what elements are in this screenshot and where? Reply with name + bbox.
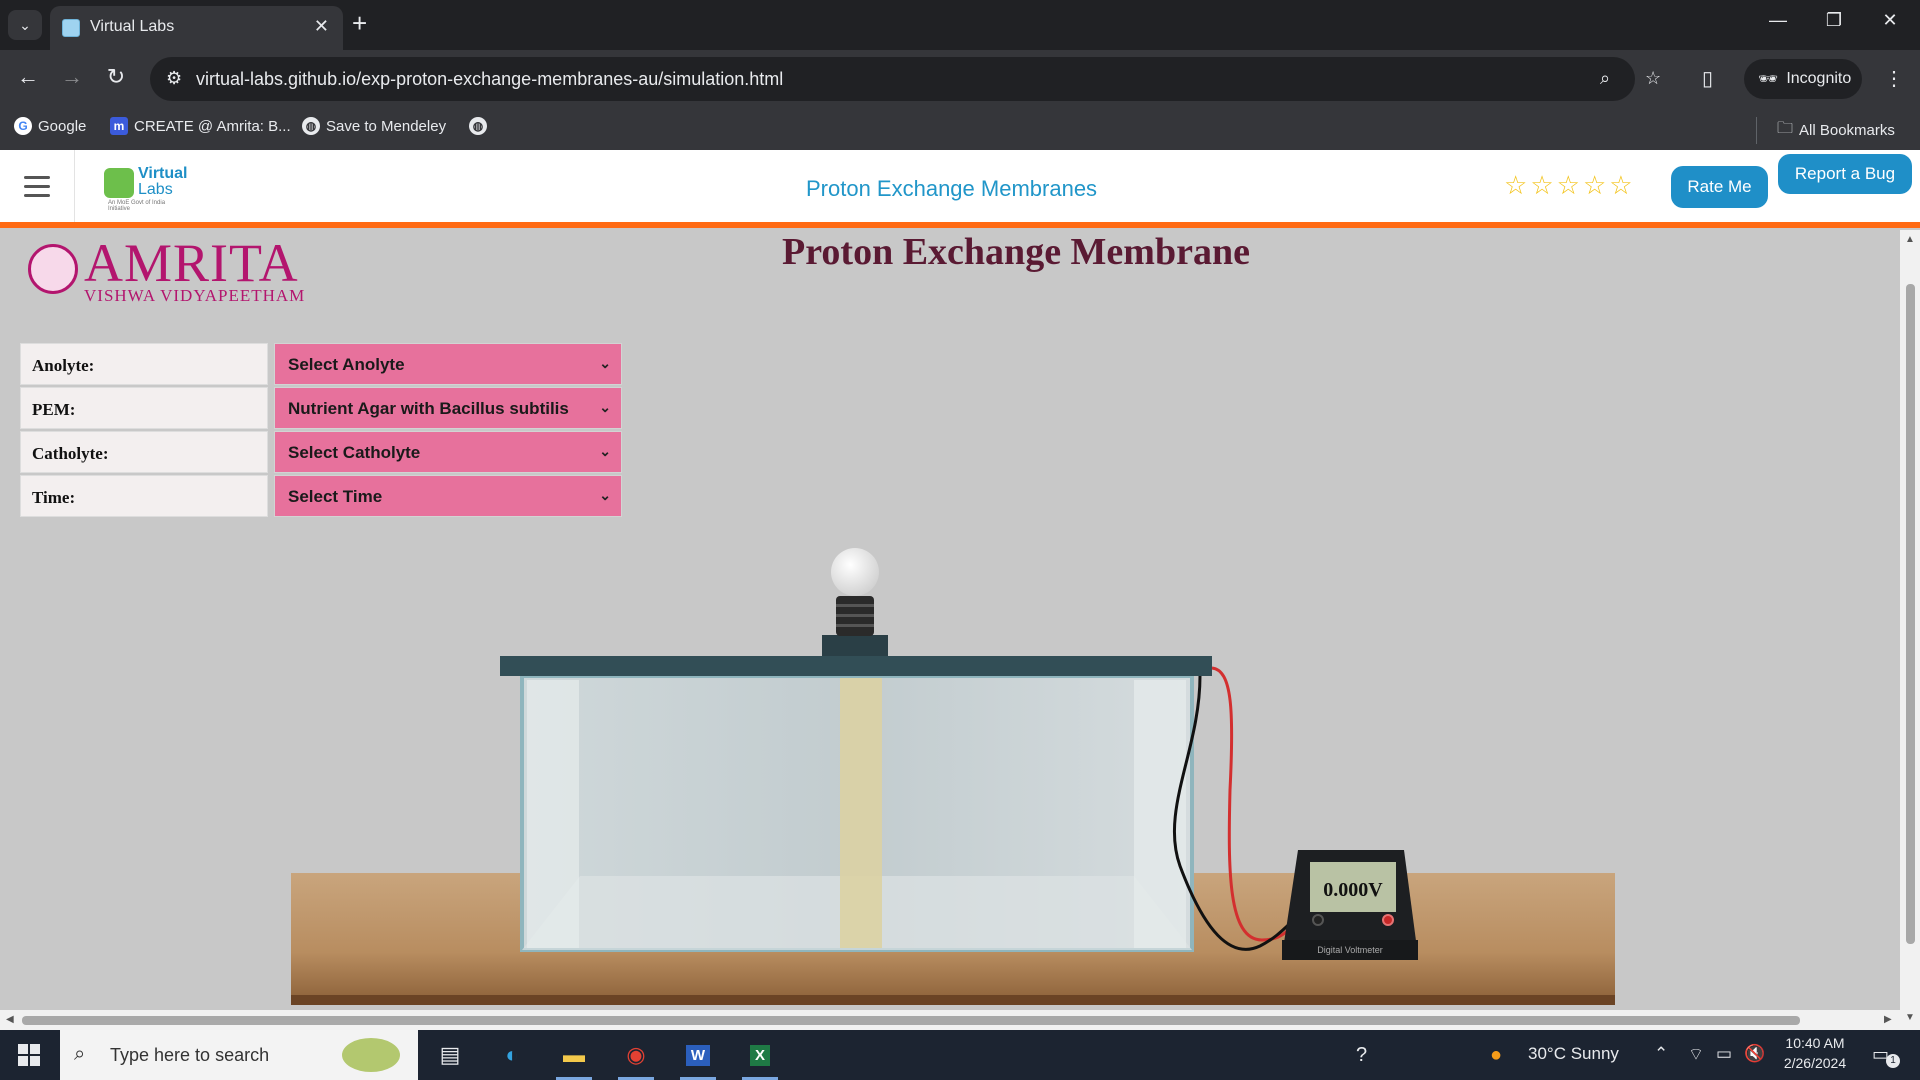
clock-time: 10:40 AM (1785, 1035, 1845, 1051)
create-amrita-icon: m (110, 117, 128, 135)
scroll-up-icon[interactable]: ▲ (1905, 234, 1915, 245)
chevron-up-icon[interactable]: ⌃ (1654, 1044, 1668, 1064)
edge-icon[interactable]: ◐ (490, 1036, 534, 1074)
browser-toolbar: ← → ↻ ⚙ virtual-labs.github.io/exp-proto… (0, 50, 1920, 108)
file-explorer-icon[interactable]: ▬ (552, 1036, 596, 1080)
folder-icon: 🗀 (1777, 120, 1794, 137)
chevron-down-icon: ⌄ (19, 16, 31, 33)
all-bookmarks[interactable]: 🗀 All Bookmarks (1756, 117, 1895, 144)
all-bookmarks-label: All Bookmarks (1799, 122, 1895, 139)
site-info-icon[interactable]: ⚙ (166, 68, 182, 89)
address-bar[interactable]: ⚙ virtual-labs.github.io/exp-proton-exch… (150, 57, 1661, 101)
membrane-tank (520, 674, 1194, 952)
bookmark-label: CREATE @ Amrita: B... (134, 117, 291, 135)
tab-title: Virtual Labs (90, 18, 175, 35)
table-edge (291, 995, 1615, 1005)
incognito-icon: 🕶 (1758, 71, 1779, 88)
notification-count: 1 (1886, 1054, 1900, 1068)
sun-weather-icon[interactable]: ● (1490, 1044, 1502, 1067)
voltmeter-reading: 0.000V (1323, 879, 1383, 901)
bookmark-globe[interactable]: ◍ (469, 117, 487, 135)
search-placeholder: Type here to search (110, 1045, 270, 1065)
weather-text[interactable]: 30°C Sunny (1528, 1044, 1619, 1064)
bookmark-star-icon[interactable]: ☆ (1645, 68, 1661, 89)
pem-membrane (840, 678, 882, 948)
incognito-label: Incognito (1786, 70, 1852, 87)
side-panel-icon[interactable]: ▯ (1702, 66, 1713, 91)
url-text[interactable]: virtual-labs.github.io/exp-proton-exchan… (196, 69, 783, 90)
more-menu-icon[interactable]: ⋮ (1884, 66, 1904, 91)
bookmark-label: Save to Mendeley (326, 117, 447, 135)
horizontal-scrollbar[interactable]: ◀ ▶ (0, 1010, 1900, 1030)
bookmark-mendeley[interactable]: ◍ Save to Mendeley (302, 117, 446, 135)
excel-icon[interactable]: X (738, 1036, 782, 1080)
windows-start-icon[interactable] (18, 1044, 40, 1066)
task-view-icon[interactable]: ▤ (428, 1036, 472, 1074)
battery-icon[interactable]: ▭ (1716, 1044, 1732, 1064)
reload-icon[interactable]: ↻ (100, 64, 132, 90)
globe-icon: ◍ (469, 117, 487, 135)
minimize-icon[interactable]: — (1758, 10, 1798, 31)
volume-muted-icon[interactable]: 🔇 (1744, 1044, 1765, 1064)
restore-icon[interactable]: ❐ (1814, 10, 1854, 31)
search-icon: ⌕ (74, 1043, 86, 1065)
browser-tabstrip: ⌄ Virtual Labs ✕ + — ❐ ✕ (0, 0, 1920, 50)
windows-taskbar: ⌕ Type here to search ▤ ◐ ▬ ◉ W X ? ● 30… (0, 1030, 1920, 1080)
bookmark-create-amrita[interactable]: m CREATE @ Amrita: B... (110, 117, 291, 135)
network-icon[interactable]: ⌔ (1688, 1044, 1704, 1065)
bookmark-label: Google (38, 117, 87, 135)
forward-icon[interactable]: → (56, 64, 88, 90)
simulation-scene: 0.000V Digital Voltmeter (291, 548, 1615, 1005)
web-page: Virtual Labs An MoE Govt of India Initia… (0, 150, 1920, 1030)
bookmarks-bar: G Google m CREATE @ Amrita: B... ◍ Save … (0, 108, 1920, 150)
back-icon[interactable]: ← (12, 64, 44, 90)
scroll-down-icon[interactable]: ▼ (1905, 1012, 1915, 1023)
word-icon[interactable]: W (676, 1036, 720, 1080)
incognito-badge[interactable]: 🕶 Incognito (1744, 59, 1862, 99)
taskbar-search[interactable]: ⌕ Type here to search (60, 1030, 418, 1080)
voltmeter-label: Digital Voltmeter (1317, 945, 1383, 955)
close-window-icon[interactable]: ✕ (1870, 10, 1910, 31)
light-bulb (822, 548, 888, 656)
search-highlight-icon (342, 1038, 400, 1072)
clock[interactable]: 10:40 AM 2/26/2024 (1778, 1035, 1852, 1071)
scroll-right-icon[interactable]: ▶ (1884, 1014, 1892, 1025)
new-tab-icon[interactable]: + (352, 8, 367, 39)
digital-voltmeter (1282, 850, 1418, 960)
vertical-scrollbar[interactable]: ▲ ▼ (1900, 230, 1920, 1030)
scroll-left-icon[interactable]: ◀ (6, 1014, 14, 1025)
horizontal-scroll-thumb[interactable] (22, 1016, 1800, 1025)
browser-tab[interactable]: Virtual Labs ✕ (50, 6, 343, 50)
close-tab-icon[interactable]: ✕ (314, 16, 329, 37)
bookmark-google[interactable]: G Google (14, 117, 86, 135)
tank-lid (500, 656, 1212, 676)
chrome-icon[interactable]: ◉ (614, 1036, 658, 1080)
help-icon[interactable]: ? (1356, 1044, 1367, 1067)
zoom-icon[interactable]: ⌕ (1600, 68, 1610, 89)
virtual-labs-favicon-icon (62, 19, 80, 37)
globe-icon: ◍ (302, 117, 320, 135)
vertical-scroll-thumb[interactable] (1906, 284, 1915, 944)
clock-date: 2/26/2024 (1783, 1055, 1847, 1071)
tab-search-button[interactable]: ⌄ (8, 10, 42, 40)
google-icon: G (14, 117, 32, 135)
